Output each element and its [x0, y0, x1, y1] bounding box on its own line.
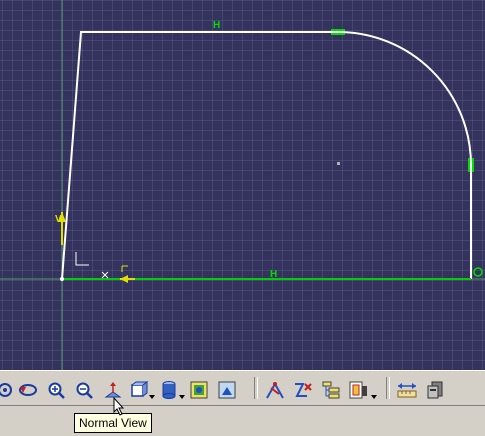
rotate-icon[interactable] — [17, 379, 39, 401]
horizontal-axis-marker — [120, 265, 135, 283]
sketch-analysis-icon[interactable] — [348, 379, 370, 401]
origin-marker — [75, 252, 89, 266]
constraint-icon[interactable] — [264, 379, 286, 401]
horizontal-constraint-label-top: H — [213, 20, 220, 31]
zoom-in-icon[interactable] — [45, 379, 67, 401]
render-style-icon[interactable] — [158, 379, 180, 401]
render-style-dropdown-icon[interactable] — [179, 395, 185, 399]
quick-view-dropdown-icon[interactable] — [149, 395, 155, 399]
analysis-icon[interactable] — [292, 379, 314, 401]
coincidence-constraint-icon — [473, 267, 483, 277]
spec-tree-icon[interactable] — [320, 379, 342, 401]
horizontal-constraint-label-bottom: H — [270, 269, 277, 280]
properties-icon[interactable] — [425, 379, 447, 401]
sketch-analysis-dropdown-icon[interactable] — [371, 395, 377, 399]
zoom-out-icon[interactable] — [73, 379, 95, 401]
quick-view-icon[interactable] — [128, 379, 150, 401]
status-bar — [0, 405, 485, 436]
vertical-constraint-label: V — [55, 214, 62, 225]
cursor-cross — [101, 271, 109, 279]
pan-icon[interactable] — [0, 379, 16, 401]
sketch-drawing[interactable]: H H V — [0, 0, 485, 370]
profile-outline[interactable] — [61, 31, 472, 280]
toolbar-separator — [386, 377, 390, 399]
view-toolbar — [0, 370, 485, 406]
vertex-point[interactable] — [60, 277, 64, 281]
mouse-pointer-icon — [113, 396, 127, 422]
swap-visible-space-icon[interactable] — [216, 379, 238, 401]
hide-show-icon[interactable] — [188, 379, 210, 401]
sketch-canvas[interactable]: H H V — [0, 0, 485, 370]
toolbar-separator — [254, 377, 258, 399]
arc-center-point[interactable] — [337, 162, 340, 165]
measure-icon[interactable] — [396, 379, 418, 401]
